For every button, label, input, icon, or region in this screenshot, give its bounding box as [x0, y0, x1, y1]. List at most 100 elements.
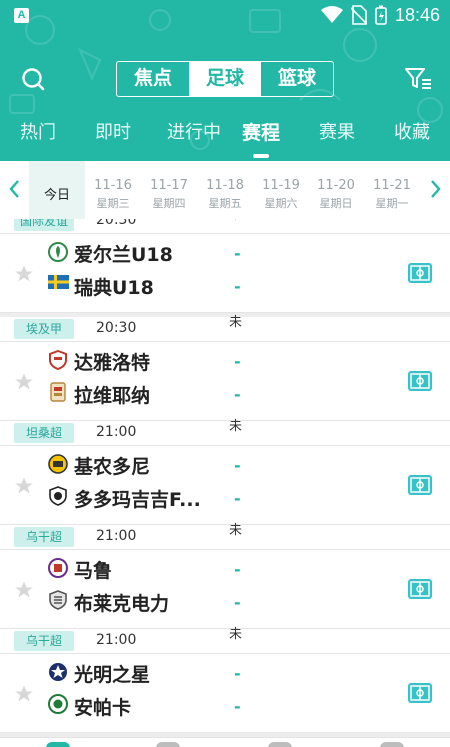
bottom-nav-item[interactable]: [156, 742, 180, 747]
bottom-nav-item[interactable]: [380, 742, 404, 747]
home-score: -: [234, 560, 241, 579]
match-group-header: 乌干超 21:00 未: [0, 627, 450, 653]
tab-results[interactable]: 赛果: [302, 118, 372, 144]
search-icon[interactable]: [20, 66, 46, 92]
live-field-icon[interactable]: [407, 682, 433, 704]
home-team: 马鲁: [74, 560, 113, 582]
league-badge[interactable]: 埃及甲: [14, 319, 74, 339]
club-crest-mono-icon: [49, 486, 67, 506]
home-team: 光明之星: [74, 664, 151, 686]
bottom-nav-item[interactable]: [268, 742, 292, 747]
status-right: 18:46: [320, 4, 440, 26]
away-score: -: [234, 277, 241, 296]
ireland-badge-icon: [48, 242, 68, 262]
date-item[interactable]: 11-21 星期一: [364, 161, 420, 219]
live-field-icon[interactable]: [407, 474, 433, 496]
weekday-label: 星期三: [96, 197, 130, 210]
date-label: 11-17: [150, 178, 188, 193]
match-row[interactable]: 达雅洛特 - 拉维耶纳 -: [0, 341, 450, 421]
away-score: -: [234, 697, 241, 716]
date-label: 11-20: [317, 178, 355, 193]
kickoff-time: 21:00: [96, 424, 137, 440]
home-team: 达雅洛特: [74, 352, 151, 374]
tab-schedule[interactable]: 赛程: [226, 118, 296, 145]
tab-live-instant[interactable]: 即时: [78, 118, 148, 144]
match-group: 国际友谊 20:30 未 爱尔兰U18 - 瑞典U18 -: [0, 219, 450, 313]
weekday-label: 星期四: [152, 197, 186, 210]
star-icon[interactable]: [14, 580, 34, 600]
tab-hot[interactable]: 热门: [3, 118, 73, 144]
weekday-label: 星期六: [264, 197, 298, 210]
weekday-label: 星期日: [319, 197, 353, 210]
star-icon[interactable]: [14, 476, 34, 496]
match-tabs: 热门 即时 进行中 赛程 赛果 收藏: [0, 118, 450, 158]
bottom-nav-item-home[interactable]: [46, 742, 70, 747]
club-crest-grey-icon: [49, 590, 67, 610]
kickoff-time: 20:30: [96, 219, 137, 228]
match-group: 坦桑超 21:00 未 基农多尼 - 多多玛吉吉F... -: [0, 419, 450, 525]
league-badge[interactable]: 乌干超: [14, 527, 74, 547]
segment-focus[interactable]: 焦点: [117, 62, 189, 96]
filter-icon[interactable]: [404, 66, 432, 92]
club-crest-purple-icon: [48, 558, 68, 578]
kickoff-time: 21:00: [96, 632, 137, 648]
away-team: 布莱克电力: [74, 593, 170, 615]
sweden-flag-icon: [48, 275, 69, 289]
match-row[interactable]: 马鲁 - 布莱克电力 -: [0, 549, 450, 629]
match-row[interactable]: 基农多尼 - 多多玛吉吉F... -: [0, 445, 450, 525]
wifi-icon: [320, 6, 343, 23]
segment-football[interactable]: 足球: [189, 62, 261, 96]
weekday-label: 星期一: [375, 197, 409, 210]
date-item[interactable]: 11-16 星期三: [85, 161, 141, 219]
app-notification-icon: A: [14, 8, 29, 23]
date-item[interactable]: 11-17 星期四: [141, 161, 197, 219]
match-group: 乌干超 21:00 未 光明之星 - 安帕卡 -: [0, 627, 450, 733]
away-score: -: [234, 593, 241, 612]
match-row[interactable]: 光明之星 - 安帕卡 -: [0, 653, 450, 733]
away-team: 瑞典U18: [74, 277, 154, 299]
date-label: 11-21: [373, 178, 411, 193]
home-score: -: [234, 664, 241, 683]
live-field-icon[interactable]: [407, 262, 433, 284]
kickoff-time: 20:30: [96, 320, 137, 336]
match-row[interactable]: 爱尔兰U18 - 瑞典U18 -: [0, 233, 450, 313]
date-item[interactable]: 11-19 星期六: [253, 161, 309, 219]
chevron-right-icon[interactable]: [428, 175, 442, 203]
star-icon[interactable]: [14, 264, 34, 284]
match-list: 国际友谊 20:30 未 爱尔兰U18 - 瑞典U18 - 埃及甲 20:30 …: [0, 219, 450, 747]
live-field-icon[interactable]: [407, 578, 433, 600]
home-score: -: [234, 456, 241, 475]
match-status: 未: [229, 627, 243, 642]
tab-in-progress[interactable]: 进行中: [151, 118, 237, 144]
status-bar: A 18:46: [0, 0, 450, 30]
date-item-today[interactable]: 今日: [29, 161, 85, 219]
no-sim-icon: [350, 5, 367, 25]
home-team: 基农多尼: [74, 456, 151, 478]
away-team: 拉维耶纳: [74, 385, 151, 407]
match-group-header: 埃及甲 20:30 未: [0, 315, 450, 341]
chevron-left-icon[interactable]: [8, 175, 22, 203]
league-badge[interactable]: 国际友谊: [14, 219, 74, 231]
date-item[interactable]: 11-20 星期日: [308, 161, 364, 219]
club-shield-red-icon: [49, 350, 67, 370]
club-crest-rfc-icon: [50, 382, 66, 402]
kickoff-time: 21:00: [96, 528, 137, 544]
date-item[interactable]: 11-18 星期五: [197, 161, 253, 219]
match-group-header: 乌干超 21:00 未: [0, 523, 450, 549]
bottom-navigation: [0, 737, 450, 747]
live-field-icon[interactable]: [407, 370, 433, 392]
tab-indicator: [253, 154, 269, 158]
segment-basketball[interactable]: 篮球: [261, 62, 333, 96]
home-score: -: [234, 244, 241, 263]
away-team: 多多玛吉吉F...: [74, 489, 201, 511]
tab-favorites[interactable]: 收藏: [377, 118, 447, 144]
star-icon[interactable]: [14, 372, 34, 392]
away-team: 安帕卡: [74, 697, 132, 719]
match-group-header: 坦桑超 21:00 未: [0, 419, 450, 445]
sport-segmented-control: 焦点 足球 篮球: [116, 61, 334, 97]
star-icon[interactable]: [14, 684, 34, 704]
league-badge[interactable]: 乌干超: [14, 631, 74, 651]
match-group: 乌干超 21:00 未 马鲁 - 布莱克电力 -: [0, 523, 450, 629]
app-header: A 18:46 焦点 足球 篮球 热门 即时 进行中 赛程 赛果 收藏: [0, 0, 450, 161]
league-badge[interactable]: 坦桑超: [14, 423, 74, 443]
